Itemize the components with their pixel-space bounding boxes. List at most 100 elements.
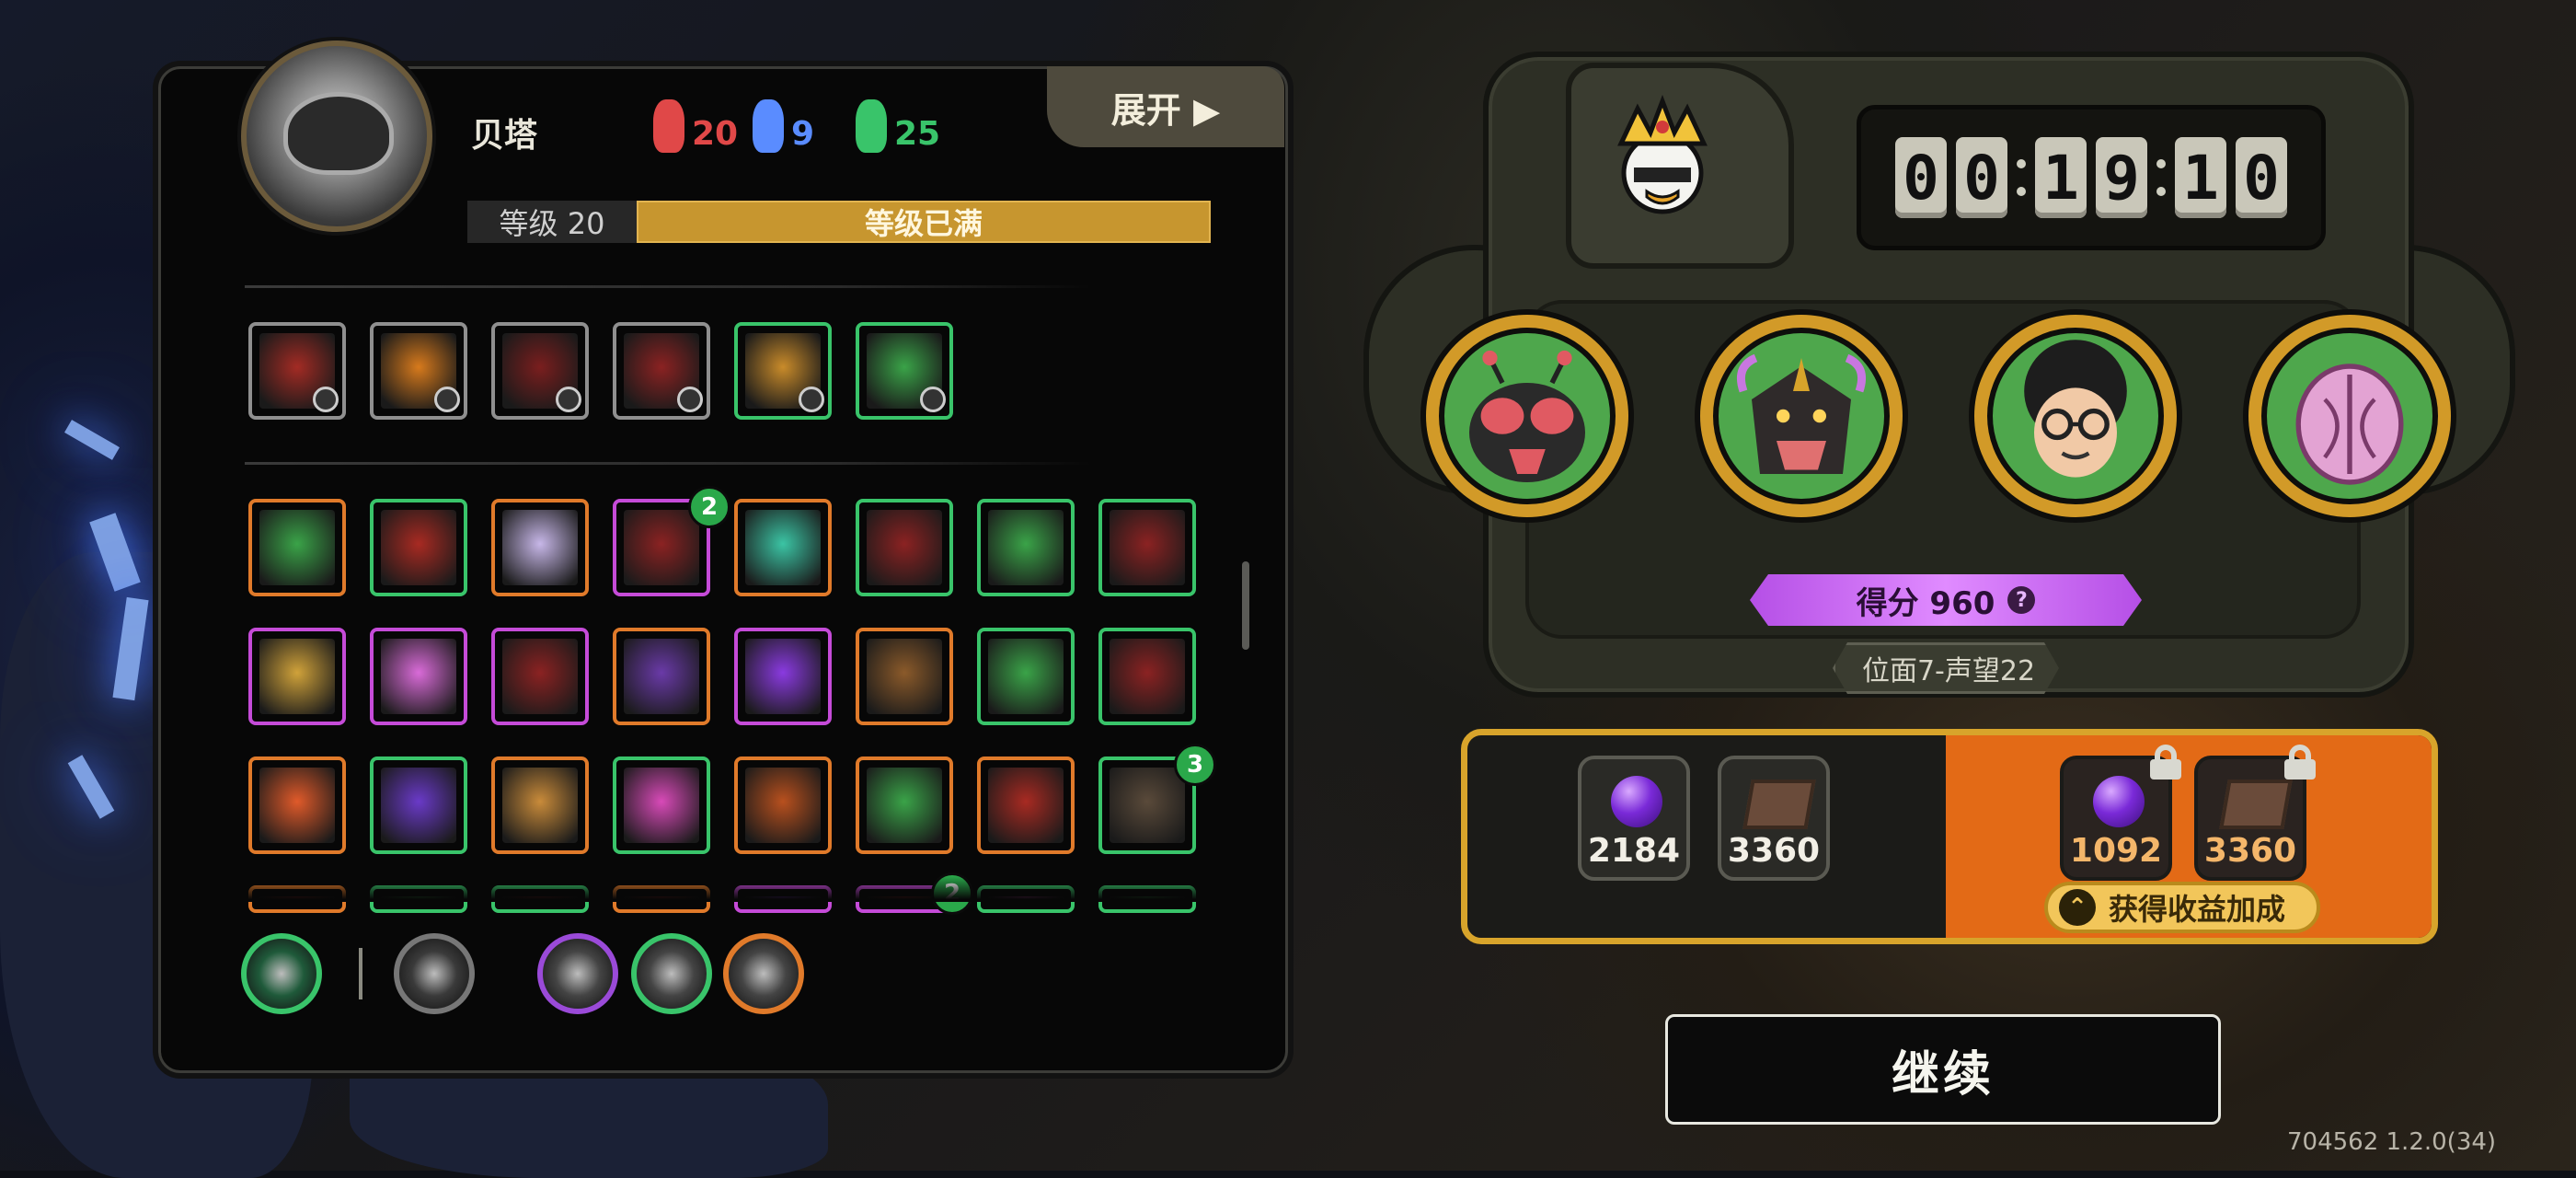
skill-art-icon (259, 510, 335, 585)
skill-art-icon (1110, 639, 1185, 714)
curly-glasses-icon (2024, 340, 2127, 478)
skill-art-icon (502, 768, 578, 843)
skill-art-icon (988, 510, 1064, 585)
score-label: 得分 960 (1856, 584, 1995, 622)
equipped-skill[interactable] (856, 322, 953, 420)
skill-card[interactable] (248, 628, 346, 725)
stack-count-badge: 3 (1174, 744, 1216, 786)
purple-gem-icon (2093, 776, 2145, 827)
fanged-mask-icon (1736, 353, 1867, 474)
skill-card[interactable] (856, 628, 953, 725)
portrait-curly-glasses[interactable] (1969, 309, 2182, 523)
timer-digit: 0 (2236, 137, 2287, 218)
match-hud: 0 0 1 9 1 0 得分 960 ? 位面7-声望22 (1363, 24, 2528, 698)
level-label: 等级 20 (467, 201, 637, 243)
portrait-fanged-mask[interactable] (1695, 309, 1908, 523)
skill-card[interactable] (248, 756, 346, 854)
skill-art-icon (381, 639, 456, 714)
skill-art-icon (745, 510, 821, 585)
rune-orange-check-icon[interactable] (723, 933, 804, 1014)
timer-digit: 1 (2035, 137, 2087, 218)
skill-art-icon (624, 510, 699, 585)
skill-art-icon (745, 639, 821, 714)
skill-art-icon (867, 639, 942, 714)
skill-art-icon (381, 510, 456, 585)
skill-card[interactable] (370, 499, 467, 596)
portrait-pink-pod[interactable] (2243, 309, 2456, 523)
version-label: 704562 1.2.0(34) (2287, 1128, 2497, 1156)
grid-scrollbar[interactable] (1242, 561, 1249, 650)
stat-red-value: 20 (692, 115, 739, 153)
equipped-skill[interactable] (491, 322, 589, 420)
timer-colon (2156, 159, 2166, 196)
skill-card[interactable] (977, 499, 1075, 596)
equipped-skill[interactable] (370, 322, 467, 420)
skill-card[interactable] (977, 628, 1075, 725)
expand-button[interactable]: 展开 ▶ (1047, 66, 1284, 147)
level-progress-bar: 等级已满 (637, 201, 1211, 243)
skill-card[interactable] (856, 756, 953, 854)
equipped-skill[interactable] (734, 322, 832, 420)
element-mark-icon (313, 387, 339, 412)
skill-card[interactable] (370, 756, 467, 854)
skill-art-icon (1110, 768, 1185, 843)
help-icon[interactable]: ? (2007, 586, 2036, 614)
match-timer: 0 0 1 9 1 0 (1857, 105, 2326, 250)
rune-purple-check-icon[interactable] (537, 933, 618, 1014)
element-mark-icon (920, 387, 946, 412)
get-bonus-button[interactable]: ⌃ 获得收益加成 (2044, 882, 2320, 933)
skill-art-icon (624, 768, 699, 843)
skill-card[interactable] (491, 756, 589, 854)
rune-green-triangle-icon[interactable] (631, 933, 712, 1014)
skill-card[interactable] (613, 756, 710, 854)
equipped-skill[interactable] (248, 322, 346, 420)
skill-art-icon (1110, 510, 1185, 585)
skill-card[interactable] (370, 628, 467, 725)
bonus-label: 获得收益加成 (2109, 892, 2286, 927)
character-avatar[interactable] (241, 40, 432, 232)
element-mark-icon (556, 387, 581, 412)
skill-card[interactable] (1098, 499, 1196, 596)
stack-count-badge: 2 (688, 486, 730, 528)
book-icon (2219, 780, 2293, 829)
stat-blue: 9 (753, 99, 814, 153)
skill-card[interactable] (977, 756, 1075, 854)
skill-art-icon (745, 768, 821, 843)
skill-art-icon (988, 768, 1064, 843)
skill-card[interactable] (491, 499, 589, 596)
reward-value: 3360 (1727, 832, 1821, 870)
timer-colon (2017, 159, 2026, 196)
locked-reward-gem: 1092 (2060, 745, 2181, 881)
pink-pod-icon (2295, 364, 2404, 485)
skill-card[interactable] (248, 499, 346, 596)
reward-gem: 2184 (1578, 756, 1690, 881)
skill-card[interactable] (734, 628, 832, 725)
reward-value: 2184 (1587, 832, 1681, 870)
purple-gem-icon (1611, 776, 1662, 827)
element-mark-icon (799, 387, 824, 412)
double-chevron-up-icon: ⌃ (2059, 889, 2096, 926)
section-divider (245, 285, 1091, 288)
skill-card[interactable] (1098, 628, 1196, 725)
equipped-skill[interactable] (613, 322, 710, 420)
skill-art-icon (867, 510, 942, 585)
continue-button[interactable]: 继续 (1665, 1014, 2221, 1125)
timer-digit: 9 (2096, 137, 2147, 218)
rune-dark-totem-icon[interactable] (394, 933, 475, 1014)
skill-card[interactable] (613, 628, 710, 725)
section-divider (245, 462, 1091, 465)
locked-reward-book: 3360 (2194, 745, 2316, 881)
skill-card[interactable] (734, 499, 832, 596)
skill-card[interactable] (491, 628, 589, 725)
character-name: 贝塔 (471, 117, 538, 155)
portrait-bug[interactable] (1420, 309, 1634, 523)
skill-art-icon (502, 639, 578, 714)
rune-green-spirit-icon[interactable] (241, 933, 322, 1014)
skill-card[interactable] (856, 499, 953, 596)
skill-art-icon (624, 639, 699, 714)
red-horn-icon (653, 99, 684, 153)
timer-digit: 0 (1895, 137, 1947, 218)
skill-card[interactable] (734, 756, 832, 854)
stat-red: 20 (653, 99, 738, 153)
green-horn-icon (856, 99, 887, 153)
